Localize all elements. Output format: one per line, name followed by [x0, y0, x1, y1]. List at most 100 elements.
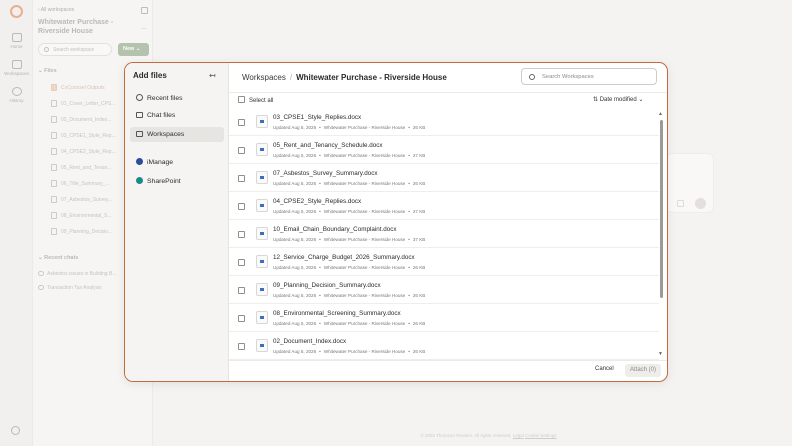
breadcrumb-current: Whitewater Purchase - Riverside House — [296, 73, 447, 82]
file-checkbox[interactable] — [238, 203, 245, 210]
file-updated: Updated Aug 5, 2026 — [273, 209, 317, 214]
file-meta: Updated Aug 5, 2026 • Whitewater Purchase … — [273, 293, 426, 298]
file-meta: Updated Aug 5, 2026 • Whitewater Purchase … — [273, 153, 426, 158]
breadcrumb-root[interactable]: Workspaces — [242, 73, 286, 82]
file-meta: Updated Aug 5, 2026 • Whitewater Purchase … — [273, 209, 426, 214]
file-workspace: Whitewater Purchase - Riverside House — [323, 237, 406, 242]
sort-label: Date modified — [599, 97, 637, 103]
file-name: 03_CPSE1_Style_Replies.docx — [273, 114, 362, 121]
file-row[interactable]: 08_Environmental_Screening_Summary.docx … — [229, 304, 659, 332]
folder-icon — [136, 131, 143, 137]
select-all-control[interactable]: Select all — [238, 96, 273, 104]
clock-icon — [136, 94, 143, 101]
file-meta: Updated Aug 5, 2026 • Whitewater Purchase … — [273, 181, 426, 186]
file-workspace: Whitewater Purchase - Riverside House — [323, 153, 406, 158]
nav-chat-files[interactable]: Chat files — [130, 108, 224, 123]
file-name: 08_Environmental_Screening_Summary.docx — [273, 310, 401, 317]
file-name: 04_CPSE2_Style_Replies.docx — [273, 198, 362, 205]
scroll-up-icon[interactable]: ▲ — [658, 111, 663, 117]
word-document-icon — [256, 171, 268, 184]
word-document-icon — [256, 227, 268, 240]
file-size: 26 KB — [412, 125, 426, 130]
file-size: 26 KB — [412, 321, 426, 326]
modal-title: Add files — [133, 71, 167, 80]
file-name: 10_Email_Chain_Boundary_Complaint.docx — [273, 226, 397, 233]
file-workspace: Whitewater Purchase - Riverside House — [323, 265, 406, 270]
nav-workspaces[interactable]: Workspaces — [130, 127, 224, 142]
file-row[interactable]: 05_Rent_and_Tenancy_Schedule.docx Update… — [229, 136, 659, 164]
file-checkbox[interactable] — [238, 343, 245, 350]
nav-imanage[interactable]: iManage — [130, 154, 224, 169]
word-document-icon — [256, 283, 268, 296]
file-workspace: Whitewater Purchase - Riverside House — [323, 321, 406, 326]
file-row[interactable]: 03_CPSE1_Style_Replies.docx Updated Aug … — [229, 108, 659, 136]
modal-source-nav: Add files ↤ Recent files Chat files Work… — [125, 63, 229, 381]
file-updated: Updated Aug 5, 2026 — [273, 293, 317, 298]
file-updated: Updated Aug 5, 2026 — [273, 321, 317, 326]
scroll-down-icon[interactable]: ▼ — [658, 351, 663, 357]
file-name: 12_Service_Charge_Budget_2026_Summary.do… — [273, 254, 415, 261]
breadcrumb-separator: / — [289, 73, 293, 82]
word-document-icon — [256, 311, 268, 324]
file-size: 26 KB — [412, 265, 426, 270]
workspace-search-field[interactable]: Search Workspaces — [521, 68, 657, 85]
file-name: 05_Rent_and_Tenancy_Schedule.docx — [273, 142, 383, 149]
file-size: 26 KB — [412, 181, 426, 186]
file-checkbox[interactable] — [238, 315, 245, 322]
modal-file-browser: Workspaces / Whitewater Purchase - Riversi… — [229, 63, 667, 381]
sort-dropdown[interactable]: ⇅ Date modified ⌄ — [593, 96, 643, 103]
file-updated: Updated Aug 5, 2026 — [273, 265, 317, 270]
file-meta: Updated Aug 5, 2026 • Whitewater Purchase … — [273, 125, 426, 130]
collapse-panel-icon[interactable]: ↤ — [209, 71, 216, 80]
file-checkbox[interactable] — [238, 231, 245, 238]
file-size: 27 KB — [412, 209, 426, 214]
add-files-modal: Add files ↤ Recent files Chat files Work… — [124, 62, 668, 382]
file-checkbox[interactable] — [238, 147, 245, 154]
file-row[interactable]: 07_Asbestos_Survey_Summary.docx Updated … — [229, 164, 659, 192]
chevron-down-icon: ⌄ — [638, 97, 644, 103]
nav-chat-files-label: Chat files — [147, 112, 176, 119]
sort-icon: ⇅ — [593, 97, 599, 103]
file-size: 26 KB — [412, 293, 426, 298]
file-workspace: Whitewater Purchase - Riverside House — [323, 349, 406, 354]
file-checkbox[interactable] — [238, 119, 245, 126]
chat-icon — [136, 112, 143, 118]
word-document-icon — [256, 143, 268, 156]
file-checkbox[interactable] — [238, 259, 245, 266]
word-document-icon — [256, 255, 268, 268]
file-checkbox[interactable] — [238, 287, 245, 294]
nav-imanage-label: iManage — [147, 159, 174, 166]
file-workspace: Whitewater Purchase - Riverside House — [323, 181, 406, 186]
nav-sharepoint-label: SharePoint — [147, 178, 181, 185]
file-row[interactable]: 09_Planning_Decision_Summary.docx Update… — [229, 276, 659, 304]
header-divider — [229, 92, 667, 93]
file-updated: Updated Aug 5, 2026 — [273, 349, 317, 354]
file-meta: Updated Aug 5, 2026 • Whitewater Purchase … — [273, 349, 426, 354]
file-workspace: Whitewater Purchase - Riverside House — [323, 293, 406, 298]
file-updated: Updated Aug 5, 2026 — [273, 153, 317, 158]
file-size: 26 KB — [412, 349, 426, 354]
file-checkbox[interactable] — [238, 175, 245, 182]
word-document-icon — [256, 115, 268, 128]
file-row[interactable]: 12_Service_Charge_Budget_2026_Summary.do… — [229, 248, 659, 276]
attach-button[interactable]: Attach (0) — [625, 364, 661, 377]
nav-recent-files[interactable]: Recent files — [130, 90, 224, 105]
imanage-icon — [136, 158, 143, 165]
file-row[interactable]: 10_Email_Chain_Boundary_Complaint.docx U… — [229, 220, 659, 248]
nav-workspaces-label: Workspaces — [147, 131, 185, 138]
file-row[interactable]: 02_Document_Index.docx Updated Aug 5, 20… — [229, 332, 659, 360]
select-all-label: Select all — [249, 98, 274, 104]
cancel-button[interactable]: Cancel — [595, 366, 614, 372]
file-row[interactable]: 04_CPSE2_Style_Replies.docx Updated Aug … — [229, 192, 659, 220]
file-name: 07_Asbestos_Survey_Summary.docx — [273, 170, 378, 177]
word-document-icon — [256, 199, 268, 212]
file-name: 02_Document_Index.docx — [273, 338, 347, 345]
scrollbar-thumb[interactable] — [660, 120, 663, 298]
nav-recent-files-label: Recent files — [147, 95, 183, 102]
breadcrumb: Workspaces / Whitewater Purchase - Riversi… — [242, 73, 447, 82]
select-all-checkbox[interactable] — [238, 96, 245, 103]
file-updated: Updated Aug 5, 2026 — [273, 237, 317, 242]
file-size: 27 KB — [412, 153, 426, 158]
nav-sharepoint[interactable]: SharePoint — [130, 173, 224, 188]
file-list: 03_CPSE1_Style_Replies.docx Updated Aug … — [229, 108, 659, 360]
